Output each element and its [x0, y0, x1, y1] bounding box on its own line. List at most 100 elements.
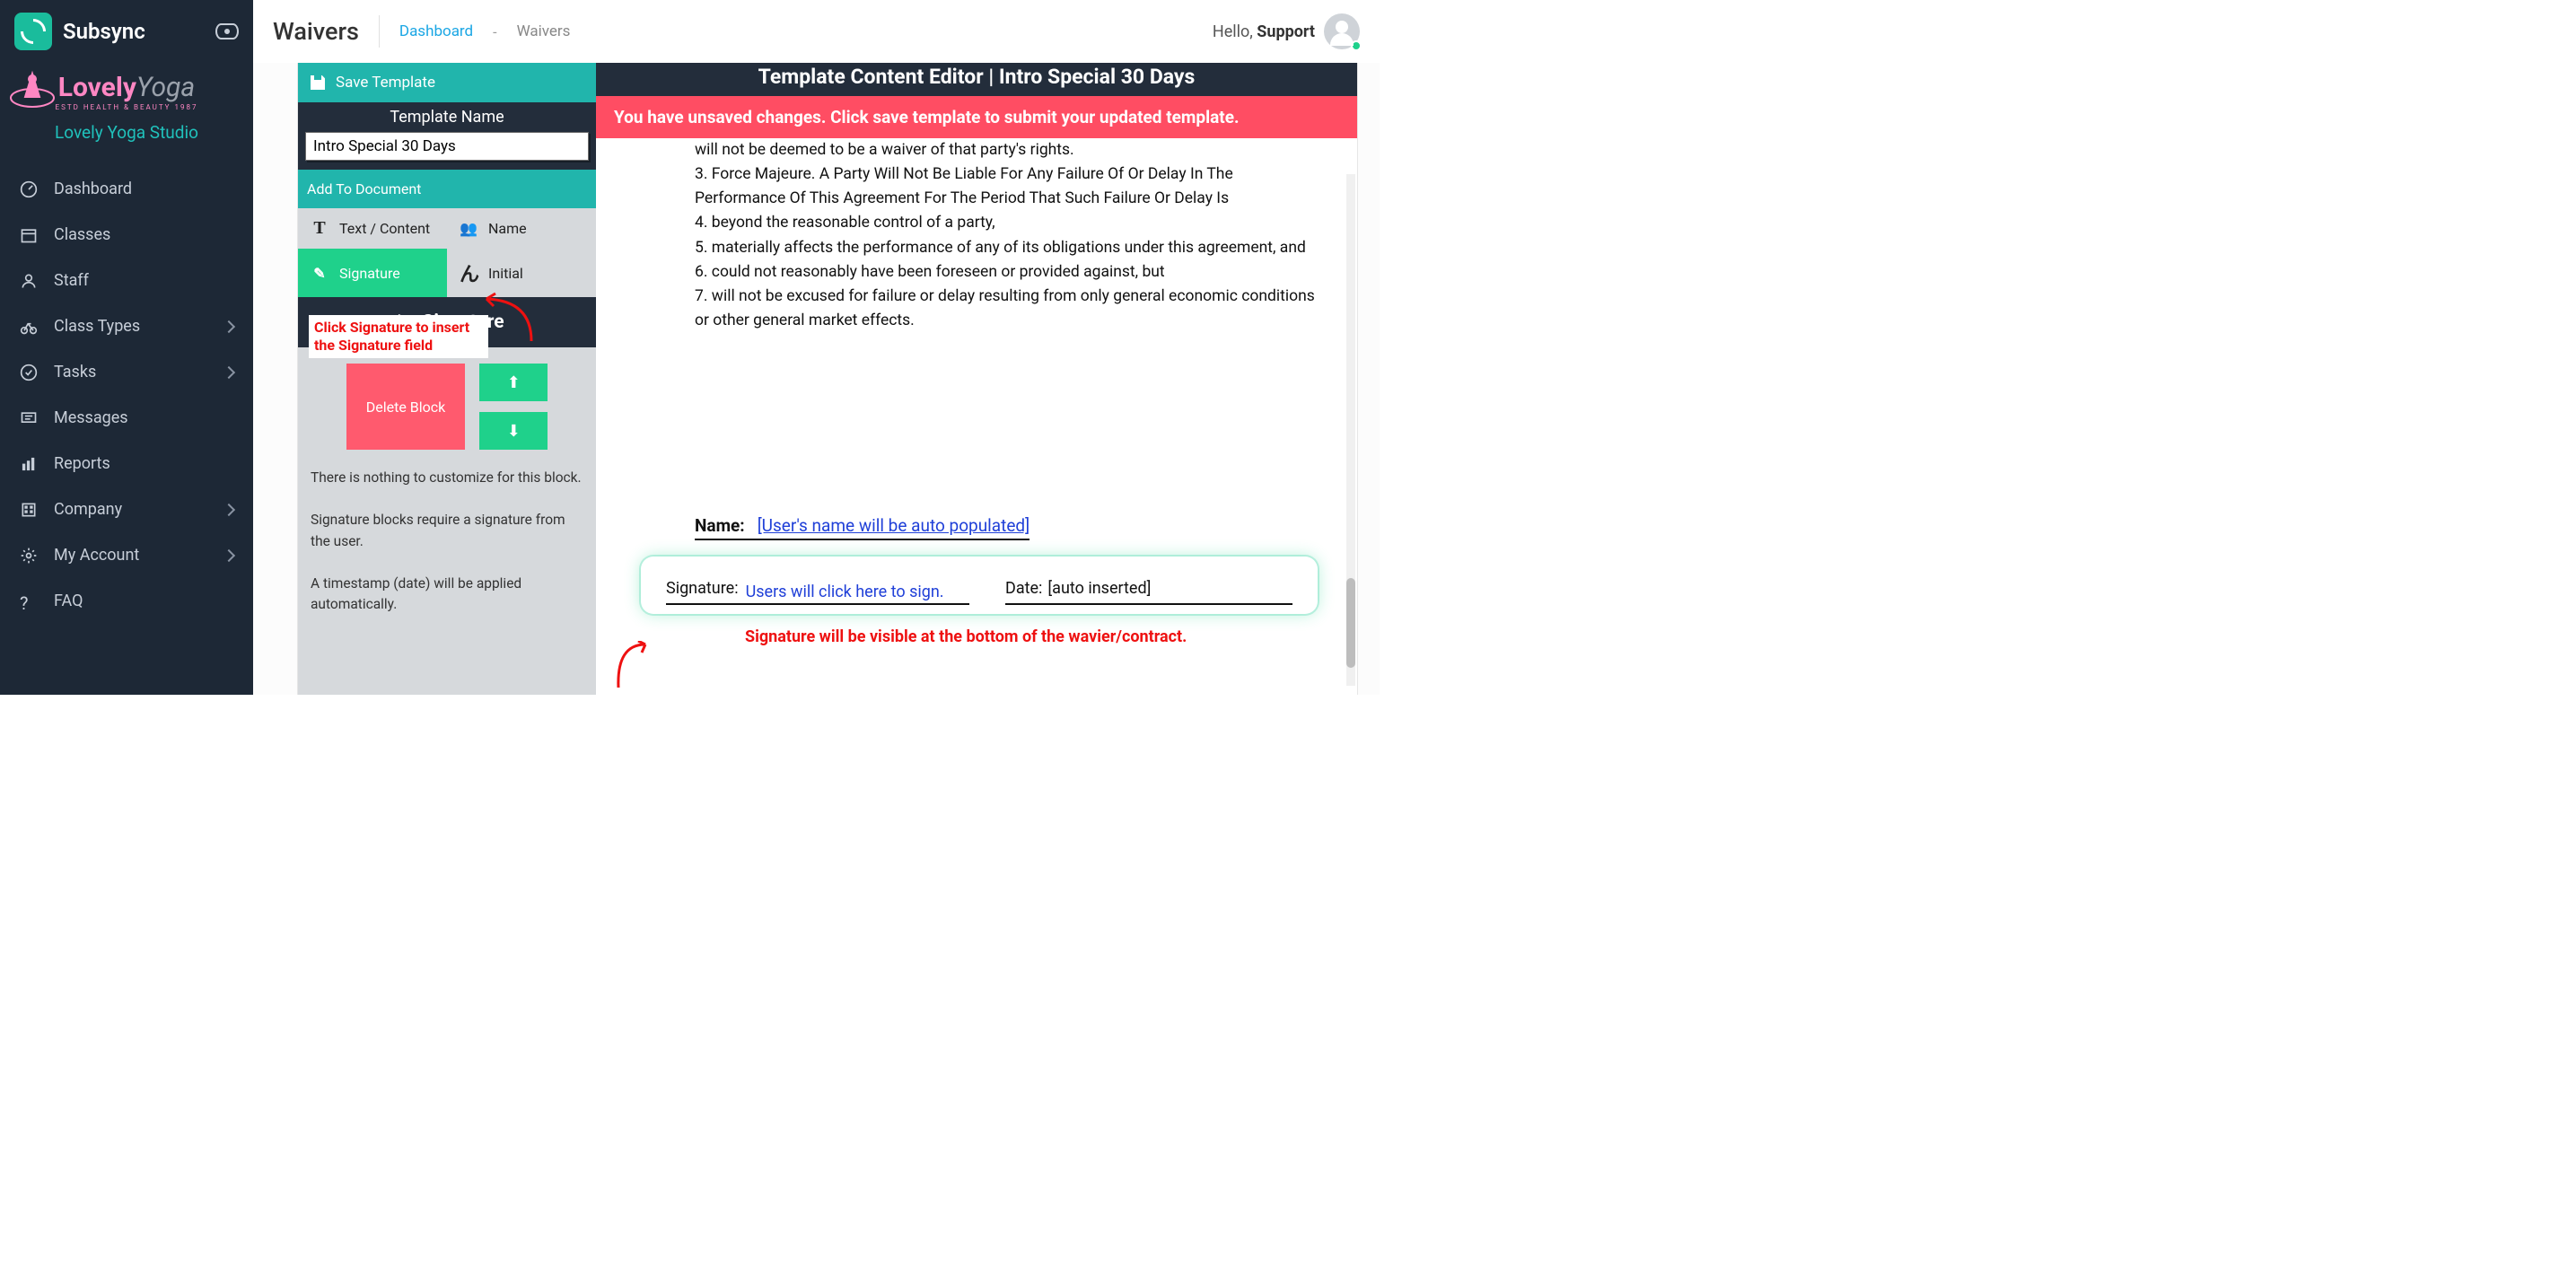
tool-text[interactable]: TText / Content — [298, 208, 447, 249]
sidebar: Subsync LovelyYoga ESTD HEALTH & BEAUTY … — [0, 0, 253, 695]
nav-label: Messages — [54, 408, 128, 427]
date-placeholder: [auto inserted] — [1047, 576, 1151, 601]
question-icon: ? — [20, 592, 38, 610]
sidebar-item-class-types[interactable]: Class Types — [0, 303, 253, 349]
template-name-label: Template Name — [298, 102, 596, 132]
doc-line: will not be deemed to be a waiver of tha… — [695, 138, 1321, 162]
nav-label: FAQ — [54, 592, 83, 610]
chevron-right-icon — [223, 548, 235, 561]
lotus-icon — [5, 66, 59, 111]
template-editor: Save Template Template Name Add To Docum… — [298, 63, 1357, 695]
studio-block: LovelyYoga ESTD HEALTH & BEAUTY 1987 Lov… — [0, 63, 253, 161]
doc-line: 6. could not reasonably have been forese… — [695, 260, 1321, 285]
chevron-right-icon — [223, 503, 235, 515]
studio-tagline: ESTD HEALTH & BEAUTY 1987 — [56, 103, 198, 111]
calendar-icon — [20, 226, 38, 244]
studio-logo: LovelyYoga ESTD HEALTH & BEAUTY 1987 — [56, 72, 198, 111]
annotation-bottom: Signature will be visible at the bottom … — [695, 625, 1321, 650]
tool-signature[interactable]: ✎Signature — [298, 249, 447, 297]
nav-label: Company — [54, 500, 122, 519]
nav-label: Classes — [54, 225, 110, 244]
arrow-down-icon: ⬇ — [507, 422, 521, 441]
nav-label: Staff — [54, 271, 89, 290]
tool-name[interactable]: 👥Name — [447, 208, 596, 249]
template-name-input[interactable] — [305, 132, 589, 161]
doc-line: 3. Force Majeure. A Party Will Not Be Li… — [695, 162, 1321, 211]
help-text-1: There is nothing to customize for this b… — [298, 457, 596, 499]
sidebar-item-messages[interactable]: Messages — [0, 395, 253, 441]
name-field-line: Name: [User's name will be auto populate… — [695, 513, 1321, 540]
check-circle-icon — [20, 364, 38, 381]
chevron-right-icon — [223, 320, 235, 332]
user-name: Support — [1257, 22, 1315, 41]
studio-logo-sub: Yoga — [136, 72, 195, 103]
sidebar-item-company[interactable]: Company — [0, 486, 253, 532]
save-template-button[interactable]: Save Template — [298, 63, 596, 102]
editor-title: Template Content Editor | Intro Special … — [596, 63, 1357, 96]
nav-label: Reports — [54, 454, 110, 473]
bike-icon — [20, 318, 38, 336]
move-down-button[interactable]: ⬇ — [479, 412, 548, 450]
doc-line: 7. will not be excused for failure or de… — [695, 285, 1321, 333]
arrow-up-icon: ⬆ — [507, 373, 521, 392]
nav-label: My Account — [54, 546, 139, 565]
greeting: Hello, Support — [1213, 22, 1315, 41]
chevron-right-icon — [223, 365, 235, 378]
building-icon — [20, 501, 38, 519]
sidebar-item-my-account[interactable]: My Account — [0, 532, 253, 578]
studio-logo-main: Lovely — [58, 72, 136, 103]
help-text-2: Signature blocks require a signature fro… — [298, 499, 596, 563]
doc-line: 5. materially affects the performance of… — [695, 236, 1321, 260]
brand-name: Subsync — [63, 19, 145, 44]
visibility-icon[interactable] — [215, 23, 239, 39]
signature-field[interactable]: Signature: Users will click here to sign… — [666, 576, 969, 605]
signature-block[interactable]: Signature: Users will click here to sign… — [641, 557, 1318, 614]
sidebar-item-faq[interactable]: ? FAQ — [0, 578, 253, 624]
brand-logo-icon — [14, 13, 52, 50]
delete-block-button[interactable]: Delete Block — [346, 364, 466, 450]
message-icon — [20, 409, 38, 427]
help-text-3: A timestamp (date) will be applied autom… — [298, 563, 596, 627]
breadcrumb-current: Waivers — [517, 22, 571, 40]
doc-line: 4. beyond the reasonable control of a pa… — [695, 211, 1321, 235]
text-icon: T — [311, 218, 329, 239]
gear-icon — [20, 547, 38, 565]
initial-icon: ん — [460, 259, 478, 287]
studio-name: Lovely Yoga Studio — [0, 122, 253, 143]
editor-panel: Save Template Template Name Add To Docum… — [298, 63, 596, 695]
sidebar-item-dashboard[interactable]: Dashboard — [0, 166, 253, 212]
annotation-arrow-icon — [613, 641, 653, 695]
save-icon — [311, 75, 325, 90]
signature-label: Signature: — [666, 576, 739, 601]
nav: Dashboard Classes Staff Class Types Task… — [0, 161, 253, 624]
scrollbar-thumb[interactable] — [1346, 578, 1355, 668]
bars-icon — [20, 455, 38, 473]
sidebar-item-staff[interactable]: Staff — [0, 258, 253, 303]
topbar: Waivers Dashboard - Waivers Hello, Suppo… — [253, 0, 1380, 63]
document-preview: Template Content Editor | Intro Special … — [596, 63, 1357, 695]
brand[interactable]: Subsync — [14, 13, 145, 50]
people-icon: 👥 — [460, 220, 478, 237]
sidebar-item-tasks[interactable]: Tasks — [0, 349, 253, 395]
add-to-document-header: Add To Document — [298, 170, 596, 208]
nav-label: Tasks — [54, 363, 96, 381]
divider — [379, 15, 380, 48]
annotation-users-click: Users will click here to sign. — [746, 583, 944, 602]
pen-icon: ✎ — [311, 265, 329, 282]
sidebar-item-reports[interactable]: Reports — [0, 441, 253, 486]
save-label: Save Template — [336, 74, 435, 92]
page-title: Waivers — [273, 17, 359, 46]
breadcrumb-dashboard[interactable]: Dashboard — [399, 22, 473, 40]
breadcrumb-sep: - — [493, 23, 496, 40]
move-up-button[interactable]: ⬆ — [479, 364, 548, 401]
date-field: Date: [auto inserted] — [1005, 576, 1292, 605]
tool-initial[interactable]: んInitial — [447, 249, 596, 297]
gauge-icon — [20, 180, 38, 198]
sidebar-item-classes[interactable]: Classes — [0, 212, 253, 258]
date-label: Date: — [1005, 576, 1042, 601]
annotation-click-signature: Click Signature to insert the Signature … — [309, 315, 488, 358]
avatar[interactable] — [1324, 13, 1360, 49]
name-label: Name: — [695, 515, 745, 536]
status-dot-icon — [1351, 40, 1362, 51]
unsaved-alert: You have unsaved changes. Click save tem… — [596, 96, 1357, 138]
